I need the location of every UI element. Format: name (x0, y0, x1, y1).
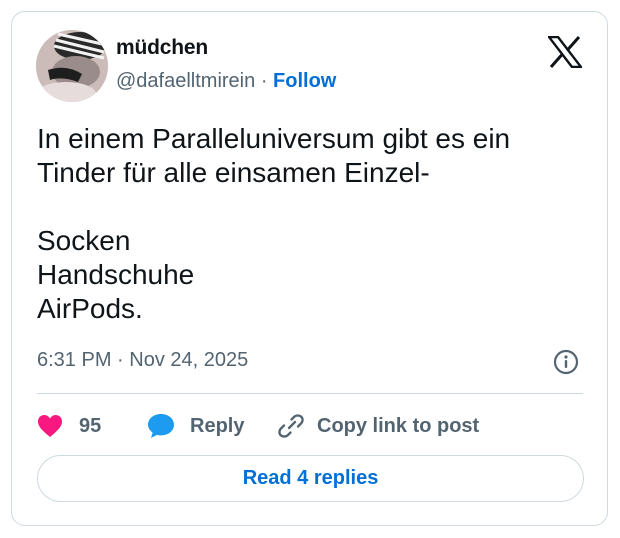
tweet-date: Nov 24, 2025 (129, 349, 249, 371)
handle[interactable]: @dafaelltmirein (116, 70, 255, 92)
handle-separator: · (260, 70, 268, 92)
like-button[interactable]: 95 (37, 414, 147, 438)
copy-link-label: Copy link to post (317, 414, 480, 437)
timestamp-separator: · (117, 349, 124, 371)
tweet-card: müdchen @dafaelltmirein · Follow In eine… (11, 11, 608, 526)
action-bar: 95 Reply Copy link to post (37, 411, 479, 441)
avatar-image (36, 30, 108, 102)
follow-link[interactable]: Follow (273, 70, 336, 92)
read-replies-label: Read 4 replies (242, 467, 379, 489)
handle-row: @dafaelltmirein · Follow (116, 70, 336, 93)
copy-link-button[interactable]: Copy link to post (278, 413, 479, 439)
display-name[interactable]: müdchen (116, 36, 208, 60)
link-icon (278, 414, 304, 438)
reply-label: Reply (190, 414, 245, 437)
read-replies-button[interactable]: Read 4 replies (37, 455, 584, 502)
heart-icon (38, 415, 62, 437)
speech-bubble-icon (148, 414, 174, 438)
tweet-text: In einem Paralleluniversum gibt es ein T… (37, 123, 511, 324)
x-logo-icon[interactable] (546, 35, 584, 69)
info-icon[interactable] (553, 349, 579, 375)
like-count: 95 (79, 414, 102, 437)
tweet-time: 6:31 PM (37, 349, 112, 371)
timestamp[interactable]: 6:31 PM · Nov 24, 2025 (37, 349, 248, 372)
avatar[interactable] (36, 30, 108, 102)
reply-button[interactable]: Reply (147, 413, 278, 439)
divider (37, 393, 583, 394)
